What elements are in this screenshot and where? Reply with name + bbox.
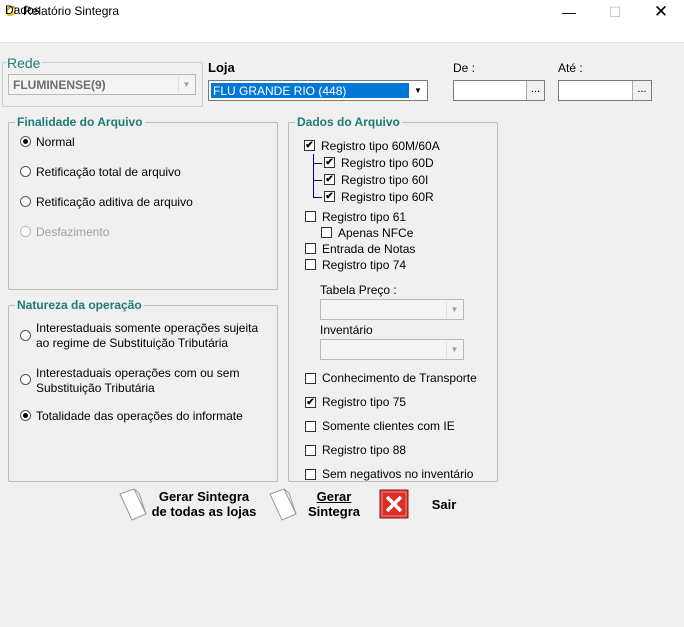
finalidade-title: Finalidade do Arquivo bbox=[15, 115, 145, 129]
chevron-down-icon: ▼ bbox=[446, 301, 462, 318]
tree-line bbox=[313, 163, 322, 164]
chk-registro-60d[interactable]: ✔ bbox=[324, 157, 335, 168]
menu-dados[interactable]: Dados bbox=[5, 3, 40, 17]
radio-interestaduais-com-sem-label-2[interactable]: Substituição Tributária bbox=[36, 381, 155, 395]
radio-interestaduais-st-label-2[interactable]: ao regime de Substituição Tributária bbox=[36, 336, 228, 350]
gerar-label-1: Gerar bbox=[316, 489, 352, 504]
document-icon[interactable] bbox=[268, 488, 298, 522]
chk-registro-60i[interactable]: ✔ bbox=[324, 174, 335, 185]
chk-registro-61[interactable] bbox=[305, 211, 316, 222]
ate-date-button[interactable]: ... bbox=[632, 81, 651, 100]
chk-registro-75[interactable]: ✔ bbox=[305, 397, 316, 408]
tabela-preco-label: Tabela Preço : bbox=[320, 283, 397, 297]
chk-registro-75-label[interactable]: Registro tipo 75 bbox=[322, 395, 406, 409]
chk-registro-74-label[interactable]: Registro tipo 74 bbox=[322, 258, 406, 272]
radio-desfazimento bbox=[20, 226, 31, 237]
de-label: De : bbox=[453, 61, 476, 75]
chk-sem-negativos[interactable] bbox=[305, 469, 316, 480]
chk-registro-88-label[interactable]: Registro tipo 88 bbox=[322, 443, 406, 457]
loja-label: Loja bbox=[208, 60, 235, 75]
de-date-button[interactable]: ... bbox=[526, 81, 544, 100]
chk-registro-60r-label[interactable]: Registro tipo 60R bbox=[341, 190, 434, 204]
document-icon[interactable] bbox=[118, 488, 148, 522]
chk-registro-60r[interactable]: ✔ bbox=[324, 191, 335, 202]
menu-bar bbox=[0, 24, 684, 43]
radio-interestaduais-com-sem-label-1[interactable]: Interestaduais operações com ou sem bbox=[36, 366, 239, 380]
radio-desfazimento-label: Desfazimento bbox=[36, 225, 110, 239]
radio-normal-label[interactable]: Normal bbox=[36, 135, 75, 149]
maximize-button[interactable]: ☐ bbox=[592, 0, 638, 24]
chk-registro-60ma[interactable]: ✔ bbox=[304, 140, 315, 151]
gerar-todas-button[interactable]: Gerar Sintegra de todas as lojas bbox=[148, 489, 260, 519]
sair-button[interactable]: Sair bbox=[426, 497, 462, 512]
chk-registro-61-label[interactable]: Registro tipo 61 bbox=[322, 210, 406, 224]
ate-label: Até : bbox=[558, 61, 583, 75]
chk-entrada-notas-label[interactable]: Entrada de Notas bbox=[322, 242, 415, 256]
chk-registro-88[interactable] bbox=[305, 445, 316, 456]
chevron-down-icon: ▼ bbox=[414, 86, 422, 95]
chk-sem-negativos-label[interactable]: Sem negativos no inventário bbox=[322, 467, 473, 481]
loja-value: FLU GRANDE RIO (448) bbox=[210, 82, 410, 99]
close-button[interactable]: ✕ bbox=[638, 0, 684, 24]
radio-retificacao-aditiva[interactable] bbox=[20, 196, 31, 207]
radio-retificacao-total-label[interactable]: Retificação total de arquivo bbox=[36, 165, 181, 179]
chk-conhecimento-transporte[interactable] bbox=[305, 373, 316, 384]
chk-entrada-notas[interactable] bbox=[305, 243, 316, 254]
chk-registro-74[interactable] bbox=[305, 259, 316, 270]
tabela-preco-select[interactable]: ▼ bbox=[320, 299, 464, 320]
inventario-label: Inventário bbox=[320, 323, 373, 337]
inventario-select[interactable]: ▼ bbox=[320, 339, 464, 360]
chk-registro-60i-label[interactable]: Registro tipo 60I bbox=[341, 173, 428, 187]
chk-apenas-nfce[interactable] bbox=[321, 227, 332, 238]
chk-registro-60d-label[interactable]: Registro tipo 60D bbox=[341, 156, 434, 170]
radio-interestaduais-st-label-1[interactable]: Interestaduais somente operações sujeita bbox=[36, 321, 258, 335]
radio-normal[interactable] bbox=[20, 136, 31, 147]
chk-somente-clientes-ie-label[interactable]: Somente clientes com IE bbox=[322, 419, 455, 433]
radio-interestaduais-com-sem[interactable] bbox=[20, 374, 31, 385]
radio-totalidade[interactable] bbox=[20, 410, 31, 421]
rede-value: FLUMINENSE(9) bbox=[13, 78, 106, 92]
chk-conhecimento-transporte-label[interactable]: Conhecimento de Transporte bbox=[322, 371, 477, 385]
rede-label: Rede bbox=[7, 55, 43, 71]
gerar-todas-label-1: Gerar Sintegra bbox=[158, 489, 250, 504]
radio-retificacao-total[interactable] bbox=[20, 166, 31, 177]
loja-select[interactable]: FLU GRANDE RIO (448) ▼ bbox=[208, 80, 428, 101]
tree-line bbox=[313, 180, 322, 181]
chk-registro-60ma-label[interactable]: Registro tipo 60M/60A bbox=[321, 139, 440, 153]
radio-interestaduais-st[interactable] bbox=[20, 330, 31, 341]
natureza-title: Natureza da operação bbox=[15, 298, 144, 312]
minimize-button[interactable]: — bbox=[546, 0, 592, 24]
radio-totalidade-label[interactable]: Totalidade das operações do informate bbox=[36, 409, 243, 423]
chevron-down-icon: ▼ bbox=[178, 76, 194, 93]
chevron-down-icon: ▼ bbox=[446, 341, 462, 358]
chk-somente-clientes-ie[interactable] bbox=[305, 421, 316, 432]
exit-x-icon[interactable] bbox=[379, 489, 409, 519]
dados-arquivo-title: Dados do Arquivo bbox=[295, 115, 402, 129]
chk-apenas-nfce-label[interactable]: Apenas NFCe bbox=[338, 226, 413, 240]
gerar-todas-label-2: de todas as lojas bbox=[151, 504, 257, 519]
gerar-sintegra-button[interactable]: Gerar Sintegra bbox=[302, 489, 366, 519]
tree-line bbox=[313, 197, 322, 198]
radio-retificacao-aditiva-label[interactable]: Retificação aditiva de arquivo bbox=[36, 195, 193, 209]
tree-line bbox=[313, 154, 314, 198]
rede-select[interactable]: FLUMINENSE(9) ▼ bbox=[8, 74, 196, 95]
gerar-label-2: Sintegra bbox=[307, 504, 360, 519]
